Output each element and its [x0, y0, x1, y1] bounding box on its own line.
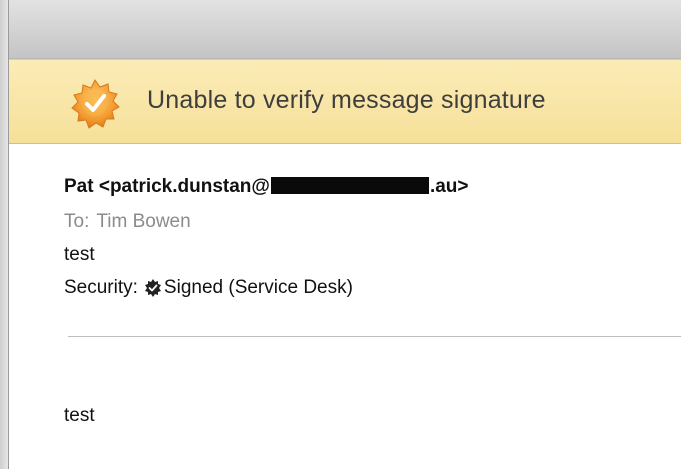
subject-line: test: [64, 244, 95, 265]
security-label: Security:: [64, 277, 138, 298]
signed-seal-icon: [144, 279, 162, 297]
recipient-name[interactable]: Tim Bowen: [96, 211, 190, 232]
window-toolbar: [9, 0, 681, 59]
header-divider: [68, 336, 681, 337]
to-label: To:: [64, 211, 90, 232]
recipient-line: To: Tim Bowen: [64, 211, 191, 233]
signature-warning-banner: Unable to verify message signature: [9, 59, 681, 144]
sender-domain-suffix: .au>: [429, 176, 469, 197]
mail-window: Unable to verify message signature Pat <…: [0, 0, 681, 469]
security-line: Security: Signed (Service Desk): [64, 277, 353, 299]
signature-warning-text: Unable to verify message signature: [147, 86, 546, 114]
message-body: test: [64, 405, 95, 426]
security-value[interactable]: Signed (Service Desk): [164, 277, 353, 299]
sender-line[interactable]: Pat <patrick.dunstan@ .au>: [64, 176, 469, 198]
sender-text: Pat <patrick.dunstan@: [64, 176, 270, 197]
warning-seal-icon: [67, 78, 123, 130]
window-left-edge: [0, 0, 9, 469]
redaction-bar: [270, 177, 429, 194]
